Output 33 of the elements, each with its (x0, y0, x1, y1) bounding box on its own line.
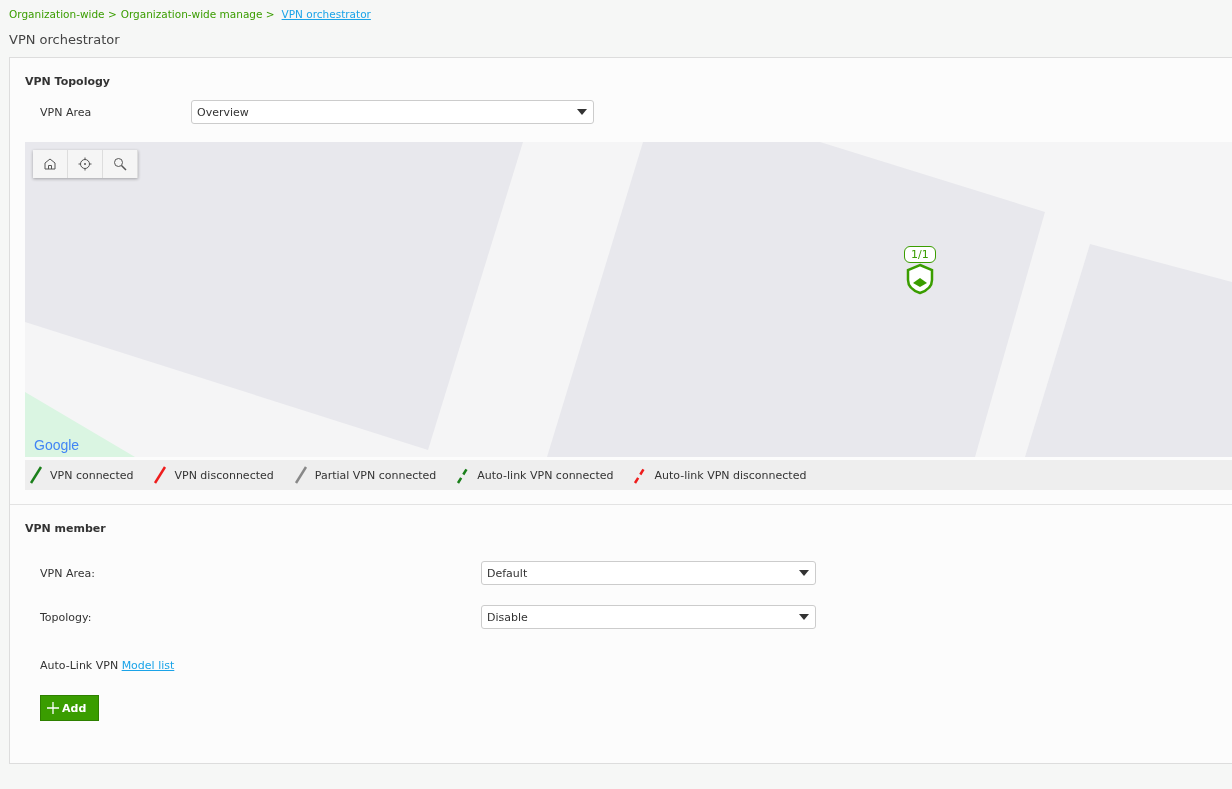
dropdown[interactable]: Default (481, 561, 816, 585)
caret-icon (799, 614, 809, 620)
locate-button[interactable] (68, 150, 103, 178)
dropdown[interactable]: Disable (481, 605, 816, 629)
breadcrumb-link[interactable]: Organization-wide > (9, 8, 117, 22)
legend-label: Partial VPN connected (314, 468, 437, 482)
search-button[interactable] (103, 150, 138, 178)
plus-icon (47, 702, 59, 714)
map-attribution: Google (34, 437, 80, 453)
section-title: VPN Topology (25, 75, 111, 88)
home-icon (43, 157, 57, 171)
legend-label: VPN connected (50, 468, 134, 482)
page-title: VPN orchestrator (9, 32, 121, 49)
search-icon (113, 157, 127, 171)
field-label: VPN Area (40, 105, 93, 119)
home-button[interactable] (33, 150, 68, 178)
device-count-badge: 1/1 (904, 246, 936, 263)
autolink-label: Auto-Link VPN (40, 659, 119, 672)
model-list-link[interactable]: Model list (121, 659, 175, 672)
legend-label: VPN disconnected (174, 468, 274, 482)
legend-label: Auto-link VPN connected (477, 468, 614, 482)
caret-icon (577, 109, 587, 115)
field-label: Topology: (40, 610, 93, 624)
add-button[interactable]: Add (40, 695, 99, 721)
breadcrumb-current-link[interactable]: VPN orchestrator (281, 8, 371, 22)
field-label: VPN Area: (40, 566, 96, 580)
caret-icon (799, 570, 809, 576)
shield-icon[interactable] (905, 263, 934, 295)
section-title: VPN member (25, 522, 107, 535)
vpn-area-dropdown[interactable]: Overview (191, 100, 594, 124)
legend-label: Auto-link VPN disconnected (654, 468, 807, 482)
crosshair-icon (78, 157, 92, 171)
breadcrumb-link[interactable]: Organization-wide manage > (120, 8, 275, 22)
